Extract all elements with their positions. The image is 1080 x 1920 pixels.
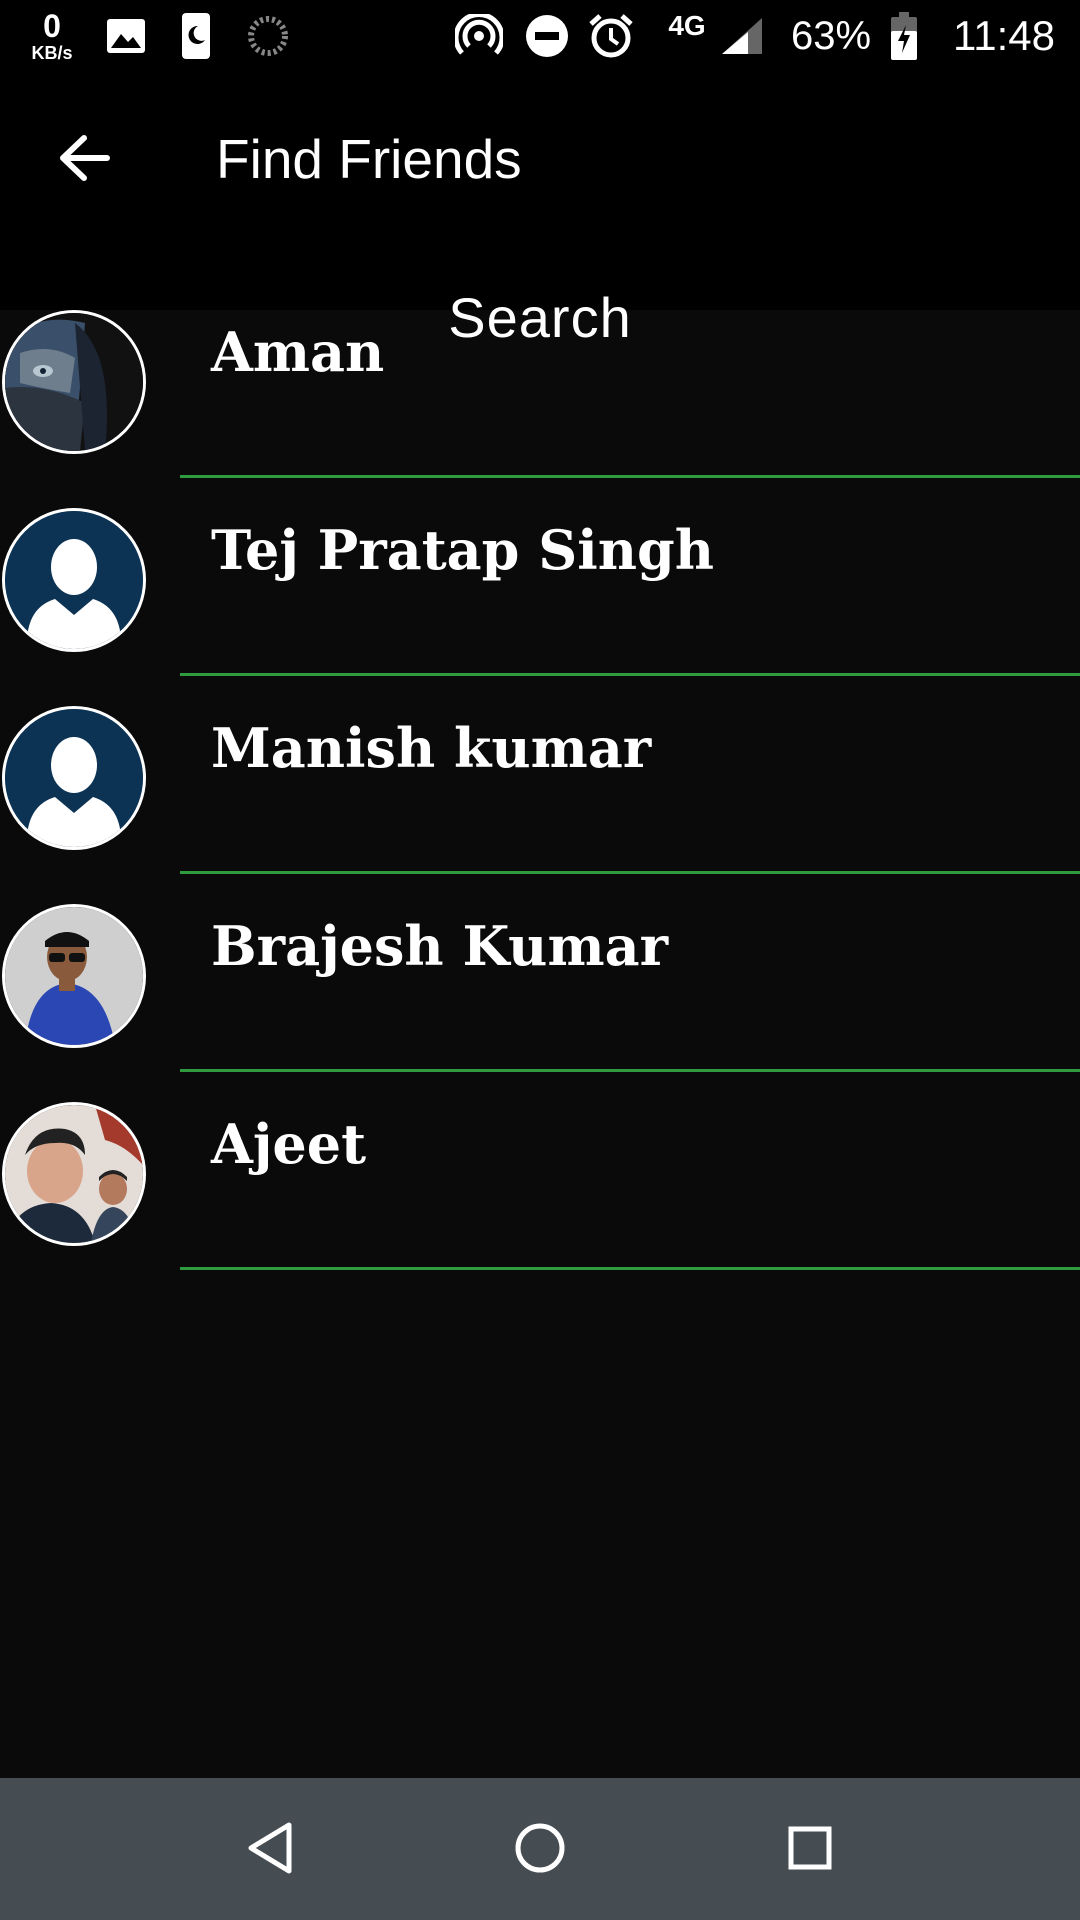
nav-home-button[interactable]: [500, 1808, 580, 1888]
network-speed: 0 KB/s: [22, 0, 82, 72]
friend-name: Tej Pratap Singh: [211, 518, 715, 582]
friend-name: Manish kumar: [211, 716, 652, 780]
system-nav-bar: [0, 1778, 1080, 1920]
network-speed-unit: KB/s: [31, 43, 73, 63]
list-item[interactable]: Brajesh Kumar: [0, 774, 1080, 1072]
battery-icon: [888, 0, 920, 72]
list-item[interactable]: Tej Pratap Singh: [0, 378, 1080, 676]
list-item[interactable]: Aman: [0, 180, 1080, 478]
network-speed-value: 0: [43, 8, 61, 44]
dnd-icon: [524, 0, 570, 72]
hotspot-icon: [454, 0, 504, 72]
signal-icon: [718, 0, 766, 72]
nav-back-button[interactable]: [230, 1808, 310, 1888]
network-type: 4G: [668, 10, 706, 41]
avatar: [2, 1102, 146, 1246]
back-triangle-icon: [248, 1822, 292, 1874]
list-item[interactable]: Manish kumar: [0, 576, 1080, 874]
home-circle-icon: [515, 1823, 565, 1873]
clock: 11:48: [953, 12, 1055, 59]
alarm-icon: [586, 0, 636, 72]
image-icon: [104, 0, 148, 72]
recents-square-icon: [788, 1826, 832, 1870]
status-bar: 0 KB/s 4G 63% 11:48: [0, 0, 1080, 72]
list-item[interactable]: Ajeet: [0, 972, 1080, 1270]
loading-icon: [246, 0, 290, 72]
battery-percent: 63%: [790, 13, 872, 58]
nav-recents-button[interactable]: [770, 1808, 850, 1888]
arrow-left-icon: [60, 135, 110, 181]
friend-name: Aman: [211, 320, 385, 384]
friend-name: Brajesh Kumar: [211, 914, 669, 978]
friend-name: Ajeet: [211, 1112, 367, 1176]
sim-icon: [180, 0, 212, 72]
divider: [180, 1267, 1080, 1270]
